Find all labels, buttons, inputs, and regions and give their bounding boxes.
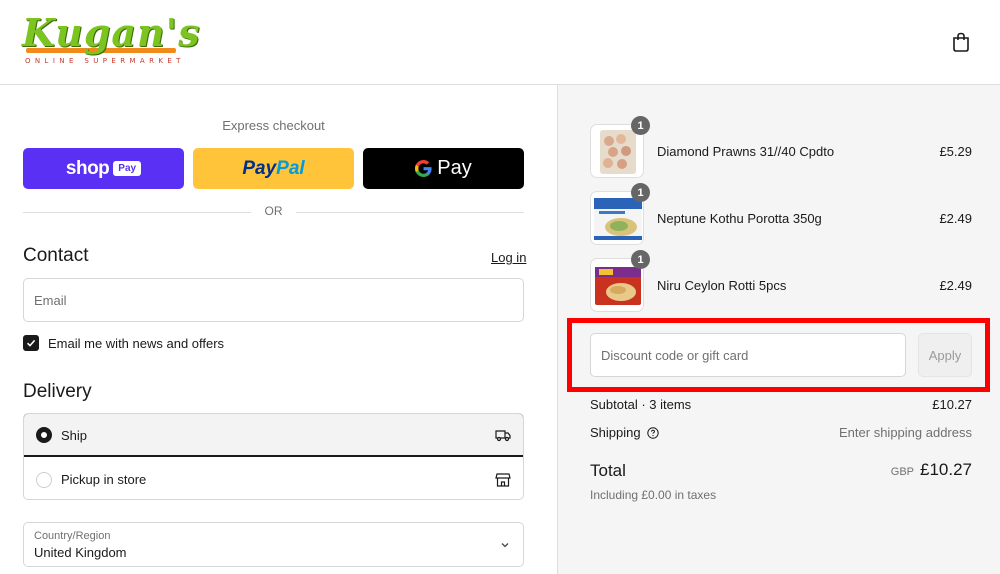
contact-heading: Contact — [23, 245, 89, 266]
chevron-down-icon — [501, 543, 509, 548]
ship-label: Ship — [61, 427, 88, 443]
google-pay-button[interactable]: Pay — [363, 148, 524, 189]
google-g-icon — [415, 160, 432, 177]
pickup-radio[interactable] — [36, 471, 52, 488]
currency-code: GBP — [890, 466, 914, 478]
shop-pay-wordmark: shop — [65, 157, 110, 179]
product-price: £5.29 — [939, 144, 972, 159]
site-header: Kugan's ONLINE SUPERMARKET — [0, 0, 1000, 85]
cart-line-item: 1 Neptune Kothu Porotta 350g £2.49 — [590, 183, 972, 245]
total-label: Total — [590, 461, 626, 480]
cart-bag-button[interactable] — [948, 29, 974, 55]
ship-radio[interactable] — [36, 427, 52, 443]
subtotal-label: Subtotal · 3 items — [590, 397, 692, 412]
delivery-option-ship[interactable]: Ship — [24, 414, 523, 457]
quantity-badge: 1 — [631, 183, 650, 202]
country-region-label: Country/Region — [34, 530, 111, 542]
total-amount: GBP £10.27 — [891, 460, 972, 480]
quantity-badge: 1 — [631, 250, 650, 269]
or-divider: OR — [23, 204, 524, 220]
tax-note: Including £0.00 in taxes — [590, 488, 717, 502]
country-region-value: United Kingdom — [34, 545, 127, 560]
newsletter-option[interactable]: Email me with news and offers — [23, 334, 224, 352]
product-name: Niru Ceylon Rotti 5pcs — [657, 278, 787, 293]
truck-icon — [495, 430, 511, 442]
shipping-label: Shipping — [590, 425, 641, 440]
help-circle-icon[interactable] — [646, 426, 659, 439]
logo-wordmark: Kugan's — [22, 10, 201, 55]
shipping-row-label: Shipping — [590, 425, 659, 440]
product-price: £2.49 — [939, 278, 972, 293]
paypal-wordmark-b: Pal — [276, 157, 305, 179]
delivery-method-group: Ship Pickup in store — [23, 413, 524, 500]
google-pay-wordmark: Pay — [437, 157, 472, 179]
delivery-heading: Delivery — [23, 381, 92, 402]
express-checkout-title: Express checkout — [222, 118, 325, 133]
product-name: Diamond Prawns 31//40 Cpdto — [657, 144, 835, 159]
kugans-logo[interactable]: Kugan's ONLINE SUPERMARKET — [22, 10, 202, 66]
shop-pay-button[interactable]: shop Pay — [23, 148, 184, 189]
discount-code-field[interactable] — [590, 333, 906, 377]
total-value: £10.27 — [920, 460, 972, 479]
paypal-button[interactable]: Pay Pal — [193, 148, 354, 189]
email-field[interactable] — [23, 278, 524, 322]
product-name: Neptune Kothu Porotta 350g — [657, 211, 822, 226]
email-input[interactable] — [24, 279, 523, 321]
divider-line-right — [296, 212, 524, 213]
discount-code-input[interactable] — [591, 334, 905, 376]
shopping-bag-icon — [953, 32, 969, 52]
paypal-wordmark-a: Pay — [242, 157, 277, 179]
store-icon — [495, 472, 511, 487]
cart-line-item: 1 Diamond Prawns 31//40 Cpdto £5.29 — [590, 116, 972, 178]
or-label: OR — [264, 204, 283, 218]
cart-line-item: 1 Niru Ceylon Rotti 5pcs £2.49 — [590, 250, 972, 312]
delivery-option-pickup[interactable]: Pickup in store — [24, 458, 523, 499]
logo-tagline: ONLINE SUPERMARKET — [25, 57, 185, 65]
country-region-select[interactable]: Country/Region United Kingdom — [23, 522, 524, 567]
newsletter-label: Email me with news and offers — [48, 335, 225, 351]
shipping-value: Enter shipping address — [839, 425, 972, 440]
checkmark-icon — [26, 339, 36, 347]
log-in-link[interactable]: Log in — [491, 250, 526, 265]
newsletter-checkbox[interactable] — [23, 335, 39, 351]
shop-pay-badge: Pay — [113, 161, 142, 176]
apply-discount-button[interactable]: Apply — [918, 333, 972, 377]
quantity-badge: 1 — [631, 116, 650, 135]
subtotal-value: £10.27 — [932, 397, 972, 412]
pickup-label: Pickup in store — [61, 472, 147, 487]
product-price: £2.49 — [939, 211, 972, 226]
